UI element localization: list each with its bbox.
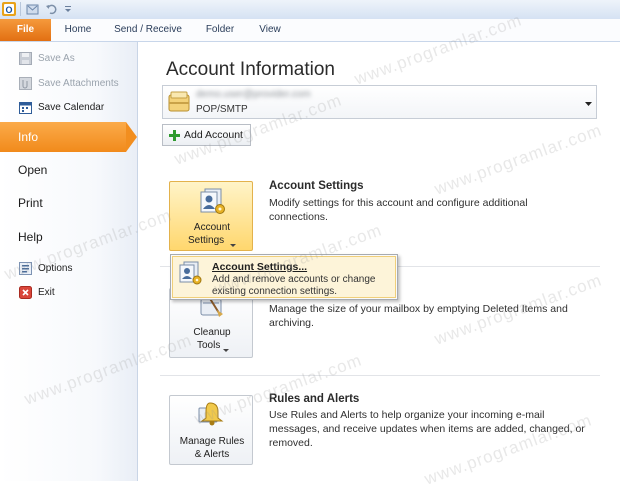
account-settings-btn-line1: Account bbox=[193, 222, 231, 233]
tab-view[interactable]: View bbox=[252, 19, 288, 41]
nav-print[interactable]: Print bbox=[0, 189, 137, 217]
account-settings-menu: Account Settings... Add and remove accou… bbox=[170, 254, 398, 300]
save-attachments-icon bbox=[18, 76, 32, 90]
ribbon-tabs: File Home Send / Receive Folder View bbox=[0, 19, 620, 42]
page-title: Account Information bbox=[166, 59, 335, 80]
exit-icon bbox=[18, 285, 32, 299]
menu-item-account-settings[interactable]: Account Settings... Add and remove accou… bbox=[172, 256, 396, 298]
svg-text:O: O bbox=[5, 5, 12, 15]
save-calendar-label: Save Calendar bbox=[38, 101, 105, 113]
undo-icon[interactable] bbox=[44, 2, 58, 16]
options-label: Options bbox=[38, 262, 73, 274]
save-calendar-command[interactable]: Save Calendar bbox=[18, 98, 104, 116]
account-settings-button[interactable]: Account Settings bbox=[169, 181, 253, 251]
tab-home[interactable]: Home bbox=[59, 19, 97, 41]
tab-file[interactable]: File bbox=[0, 19, 51, 41]
account-settings-desc: Modify settings for this account and con… bbox=[269, 197, 528, 223]
exit-command[interactable]: Exit bbox=[18, 283, 55, 301]
tab-send-receive[interactable]: Send / Receive bbox=[108, 19, 188, 41]
account-selector[interactable]: demo.user@provider.com POP/SMTP bbox=[162, 85, 597, 119]
manage-rules-alerts-button[interactable]: Manage Rules & Alerts bbox=[169, 395, 253, 465]
nav-info[interactable]: Info bbox=[0, 122, 126, 152]
qat-separator bbox=[20, 2, 21, 16]
tab-folder[interactable]: Folder bbox=[197, 19, 243, 41]
save-attachments-label: Save Attachments bbox=[38, 77, 119, 89]
cleanup-tools-desc: Manage the size of your mailbox by empty… bbox=[269, 303, 568, 329]
chevron-down-icon bbox=[230, 240, 236, 251]
rules-alerts-icon bbox=[196, 400, 228, 431]
manage-rules-btn-line2: & Alerts bbox=[194, 449, 230, 460]
manage-rules-btn-line1: Manage Rules bbox=[179, 436, 245, 447]
customize-qat-icon[interactable] bbox=[63, 2, 73, 16]
account-email: demo.user@provider.com bbox=[196, 89, 311, 100]
send-receive-icon[interactable] bbox=[25, 2, 39, 16]
save-attachments-command[interactable]: Save Attachments bbox=[18, 74, 119, 92]
plus-icon bbox=[169, 129, 180, 141]
save-as-label: Save As bbox=[38, 52, 75, 64]
cleanup-tools-btn-line2: Tools bbox=[197, 340, 221, 351]
save-as-command[interactable]: Save As bbox=[18, 49, 75, 67]
add-account-label: Add Account bbox=[184, 129, 243, 141]
rules-alerts-desc: Use Rules and Alerts to help organize yo… bbox=[269, 409, 585, 449]
section-divider bbox=[160, 375, 600, 376]
outlook-icon[interactable]: O bbox=[2, 2, 16, 16]
chevron-down-icon bbox=[223, 345, 229, 356]
calendar-icon bbox=[18, 100, 32, 114]
options-command[interactable]: Options bbox=[18, 259, 72, 277]
menu-item-desc: Add and remove accounts or change existi… bbox=[212, 274, 376, 297]
add-account-button[interactable]: Add Account bbox=[162, 124, 251, 146]
account-type: POP/SMTP bbox=[196, 104, 248, 115]
nav-open[interactable]: Open bbox=[0, 156, 137, 184]
account-settings-btn-line2: Settings bbox=[188, 235, 225, 246]
cleanup-tools-btn-line1: Cleanup bbox=[193, 327, 231, 338]
save-icon bbox=[18, 51, 32, 65]
dropdown-arrow-icon bbox=[585, 98, 592, 110]
account-settings-title: Account Settings bbox=[269, 180, 364, 192]
title-bar: O bbox=[0, 0, 620, 20]
mailbox-icon bbox=[167, 90, 193, 117]
account-settings-icon bbox=[197, 188, 227, 219]
account-settings-small-icon bbox=[177, 261, 203, 290]
rules-alerts-title: Rules and Alerts bbox=[269, 393, 360, 405]
nav-selection-pointer bbox=[126, 122, 137, 152]
menu-item-title: Account Settings... bbox=[212, 261, 308, 273]
exit-label: Exit bbox=[38, 286, 55, 298]
options-icon bbox=[18, 261, 32, 275]
nav-help[interactable]: Help bbox=[0, 223, 137, 251]
